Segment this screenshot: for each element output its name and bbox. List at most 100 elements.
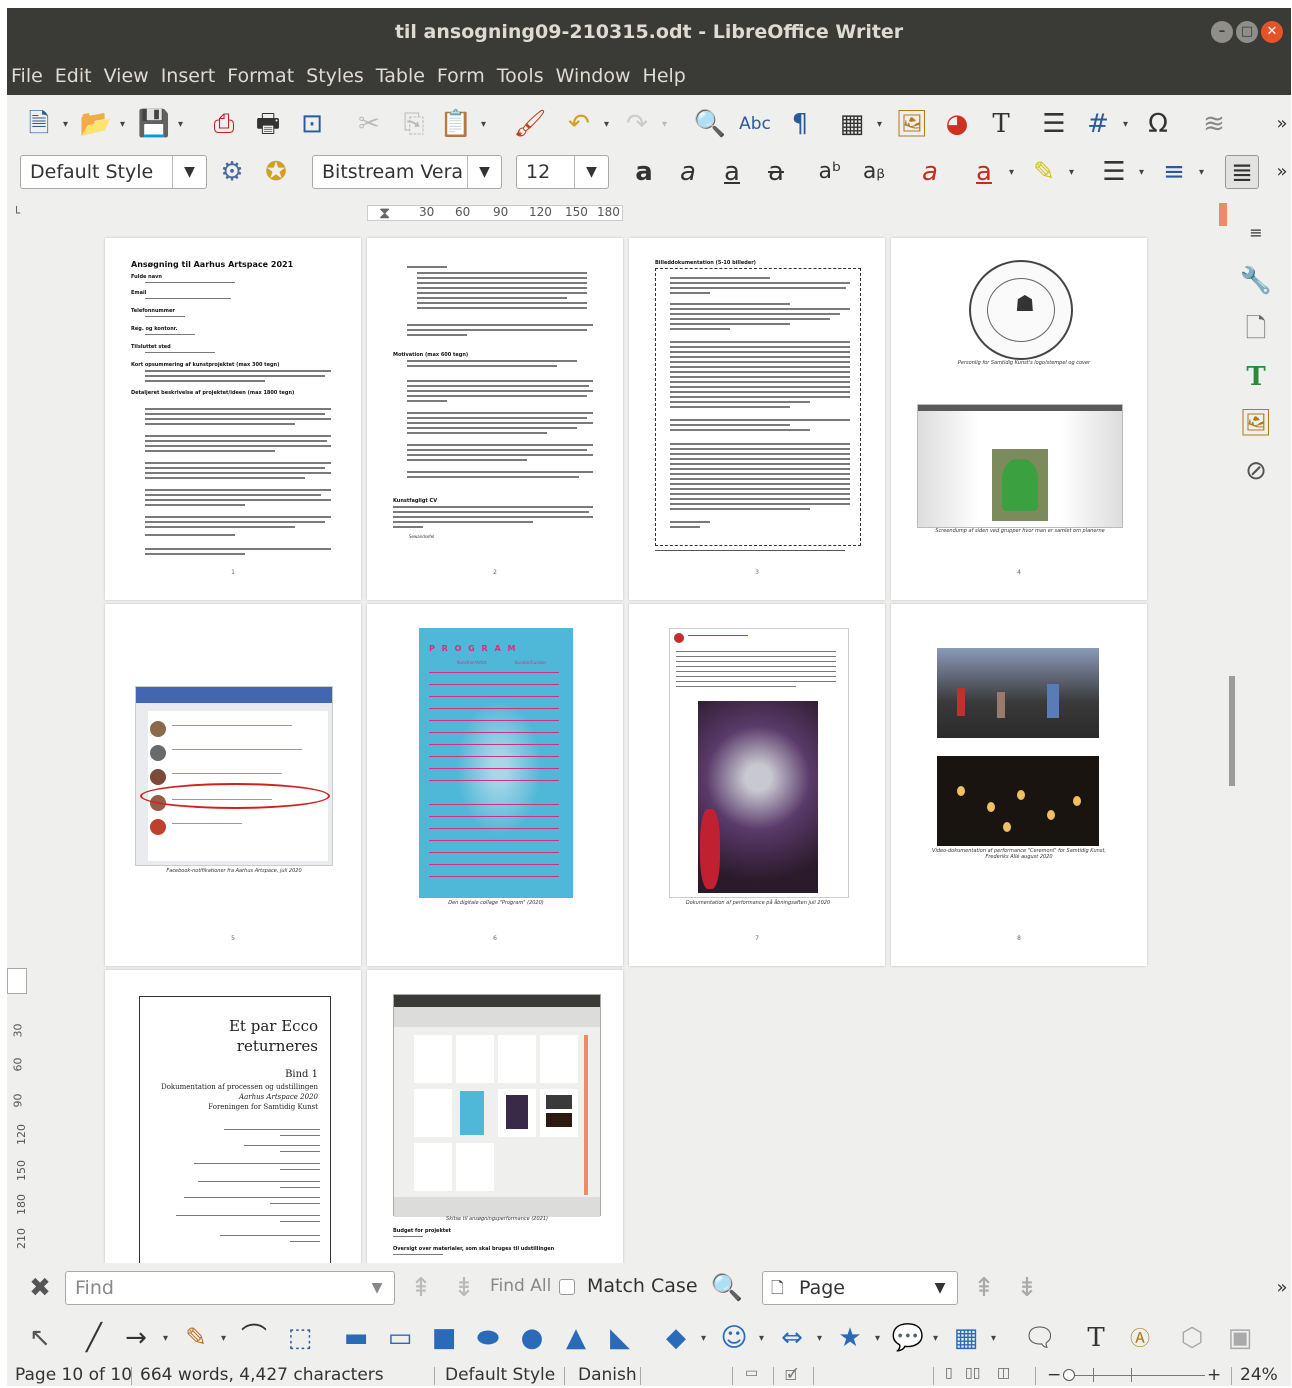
print-preview-icon[interactable]: ⊡ — [295, 107, 329, 141]
export-pdf-icon[interactable]: ⎙ — [207, 107, 241, 141]
styles-icon[interactable]: T — [1239, 360, 1273, 394]
block-arrows-dropdown-icon[interactable]: ▾ — [817, 1333, 822, 1344]
print-icon[interactable]: 🖶 — [251, 107, 285, 141]
clear-formatting-icon[interactable]: a — [913, 155, 947, 189]
basic-shapes-dropdown-icon[interactable]: ▾ — [701, 1333, 706, 1344]
flowchart-dropdown-icon[interactable]: ▾ — [991, 1333, 996, 1344]
smiley-shape-icon[interactable]: ☺ — [717, 1321, 751, 1355]
chevron-down-icon[interactable]: ▼ — [360, 1272, 394, 1304]
page-4[interactable]: ☗ Personlig for Samtidig Kunst's logo/st… — [891, 238, 1147, 600]
more-tools-icon[interactable]: » — [1265, 107, 1291, 141]
bold-icon[interactable]: a — [627, 155, 661, 189]
menu-file[interactable]: File — [11, 65, 43, 87]
font-color-icon[interactable]: a — [967, 155, 1001, 189]
insert-callout-icon[interactable]: 🗨 — [1023, 1321, 1057, 1355]
save-dropdown-icon[interactable]: ▾ — [178, 119, 183, 130]
undo-icon[interactable]: ↶ — [562, 107, 596, 141]
fontwork-icon[interactable]: Ⓐ — [1123, 1321, 1157, 1355]
triangle-icon[interactable]: ▲ — [559, 1321, 593, 1355]
underline-icon[interactable]: a — [715, 155, 749, 189]
page-10[interactable]: Skitse til ansøgningsperformance (2021) … — [367, 970, 623, 1263]
new-dropdown-icon[interactable]: ▾ — [63, 119, 68, 130]
copy-icon[interactable]: ⎘ — [397, 107, 431, 141]
search-type-combo[interactable]: 🗋 Page ▼ — [762, 1271, 958, 1305]
diamond-shape-icon[interactable]: ◆ — [659, 1321, 693, 1355]
clone-formatting-icon[interactable]: 🖌 — [513, 107, 547, 141]
status-page-style[interactable]: Default Style — [445, 1365, 555, 1385]
document-modified-icon[interactable]: 🗹 — [785, 1365, 798, 1386]
page-1[interactable]: Ansøgning til Aarhus Artspace 2021 Fulde… — [105, 238, 361, 600]
curve-icon[interactable]: ⌒ — [237, 1321, 271, 1355]
table-dropdown-icon[interactable]: ▾ — [877, 119, 882, 130]
indent-marker-icon[interactable]: ⧗ — [379, 203, 390, 223]
select-pointer-icon[interactable]: ↖ — [23, 1321, 57, 1355]
align-left-icon[interactable]: ≣ — [1225, 155, 1259, 189]
find-next-element-icon[interactable]: ⇟ — [1010, 1271, 1044, 1305]
strikethrough-icon[interactable]: a — [759, 155, 793, 189]
points-icon[interactable]: ⬡ — [1175, 1321, 1209, 1355]
arrow-dropdown-icon[interactable]: ▾ — [163, 1333, 168, 1344]
italic-icon[interactable]: a — [671, 155, 705, 189]
more-find-icon[interactable]: » — [1265, 1271, 1291, 1305]
chevron-down-icon[interactable]: ▼ — [467, 156, 501, 188]
insert-image-icon[interactable]: 🖼 — [895, 107, 929, 141]
zoom-out-button[interactable]: − — [1047, 1365, 1061, 1385]
insert-textbox-icon[interactable]: T — [984, 107, 1018, 141]
numbered-dropdown-icon[interactable]: ▾ — [1199, 167, 1204, 178]
multi-page-view-icon[interactable]: ▯▯ — [965, 1365, 980, 1381]
properties-wrench-icon[interactable]: 🔧 — [1239, 264, 1273, 298]
gallery-icon[interactable]: 🖼 — [1239, 406, 1273, 440]
page-3[interactable]: Billeddokumentation (5-10 billeder) 3 — [629, 238, 885, 600]
menu-edit[interactable]: Edit — [55, 65, 92, 87]
find-next-icon[interactable]: ⇟ — [447, 1271, 481, 1305]
track-changes-icon[interactable]: ≋ — [1197, 107, 1231, 141]
find-input[interactable]: Find ▼ — [65, 1271, 395, 1305]
insert-mode-icon[interactable]: ▭ — [745, 1365, 758, 1381]
square-icon[interactable]: ■ — [427, 1321, 461, 1355]
document-canvas[interactable]: 30 60 90 120 150 180 210 Ansøgning til A… — [7, 226, 1227, 1263]
menu-tools[interactable]: Tools — [497, 65, 544, 87]
redo-dropdown-icon[interactable]: ▾ — [662, 119, 667, 130]
update-style-icon[interactable]: ⚙ — [215, 155, 249, 189]
zoom-slider-thumb[interactable] — [1063, 1369, 1075, 1381]
font-name-combo[interactable]: Bitstream Vera ▼ — [312, 155, 502, 189]
status-page[interactable]: Page 10 of 10 — [15, 1365, 132, 1385]
font-color-dropdown-icon[interactable]: ▾ — [1009, 167, 1014, 178]
right-triangle-icon[interactable]: ◣ — [603, 1321, 637, 1355]
star-icon[interactable]: ★ — [833, 1321, 867, 1355]
chevron-down-icon[interactable]: ▼ — [172, 156, 206, 188]
paragraph-style-combo[interactable]: Default Style ▼ — [20, 155, 207, 189]
highlight-icon[interactable]: ✎ — [1027, 155, 1061, 189]
zoom-in-button[interactable]: + — [1207, 1365, 1221, 1385]
status-zoom[interactable]: 24% — [1240, 1365, 1278, 1385]
bullet-list-icon[interactable]: ☰ — [1097, 155, 1131, 189]
chevron-down-icon[interactable]: ▼ — [923, 1272, 957, 1304]
polygon-icon[interactable]: ⬚ — [283, 1321, 317, 1355]
new-style-icon[interactable]: ✪ — [259, 155, 293, 189]
paste-icon[interactable]: 📋 — [439, 107, 473, 141]
flowchart-icon[interactable]: ▦ — [949, 1321, 983, 1355]
menu-view[interactable]: View — [104, 65, 149, 87]
page-icon[interactable]: 🗋 — [1239, 312, 1273, 346]
vertical-ruler[interactable]: 30 60 90 120 150 180 210 — [7, 1016, 31, 1263]
menu-table[interactable]: Table — [376, 65, 425, 87]
maximize-button[interactable]: □ — [1236, 21, 1258, 43]
callout-icon[interactable]: 💬 — [891, 1321, 925, 1355]
menu-form[interactable]: Form — [437, 65, 485, 87]
single-page-view-icon[interactable]: ▯ — [945, 1365, 953, 1381]
horizontal-ruler[interactable]: ⧗ 30 60 90 120 150 180 — [367, 203, 623, 225]
status-language[interactable]: Danish — [578, 1365, 637, 1385]
page-8[interactable]: Video-dokumentation af performance "Cere… — [891, 604, 1147, 966]
page-6[interactable]: P R O G R A M Kunstner/Artist Kurator/Cu… — [367, 604, 623, 966]
block-arrow-icon[interactable]: ⇔ — [775, 1321, 809, 1355]
superscript-icon[interactable]: aᵇ — [813, 155, 847, 189]
menu-window[interactable]: Window — [556, 65, 631, 87]
freeform-dropdown-icon[interactable]: ▾ — [221, 1333, 226, 1344]
more-formatting-icon[interactable]: » — [1265, 155, 1291, 189]
tab-stop-icon[interactable]: └ — [13, 206, 20, 220]
book-view-icon[interactable]: ◫ — [997, 1365, 1010, 1381]
subscript-icon[interactable]: aᵦ — [857, 155, 891, 189]
circle-icon[interactable]: ● — [515, 1321, 549, 1355]
find-previous-icon[interactable]: ⇞ — [404, 1271, 438, 1305]
numbered-list-icon[interactable]: ≡ — [1157, 155, 1191, 189]
